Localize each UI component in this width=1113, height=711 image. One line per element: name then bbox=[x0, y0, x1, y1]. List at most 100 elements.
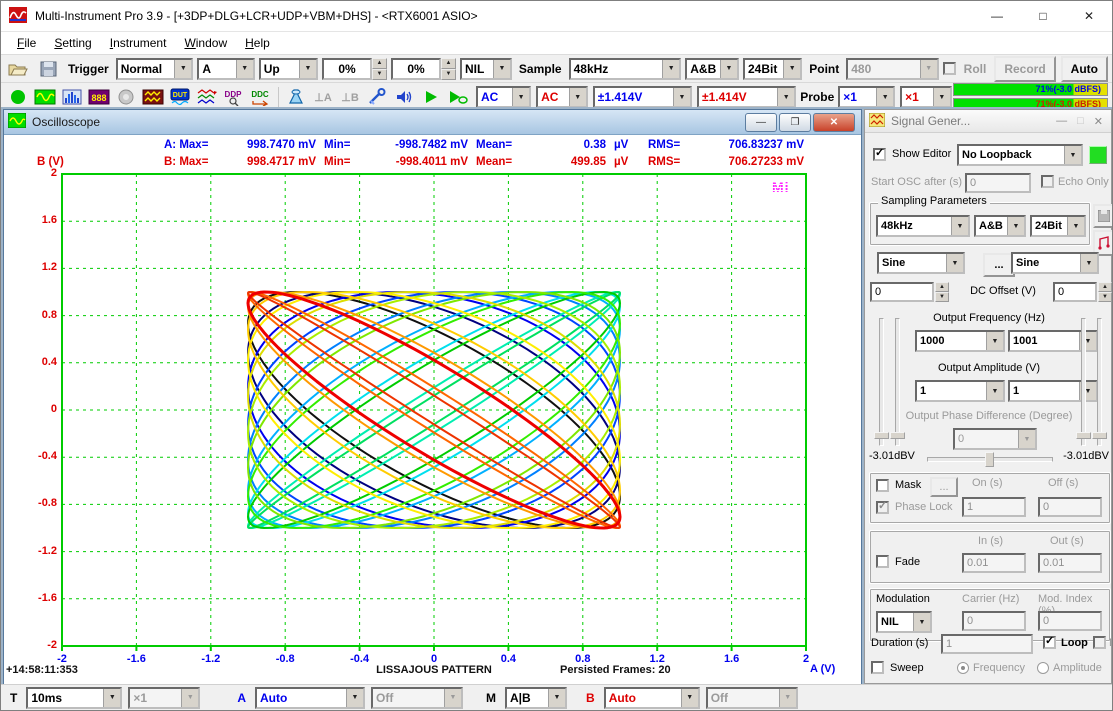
auto-button[interactable]: Auto bbox=[1061, 56, 1108, 82]
sg-maximize-button[interactable]: □ bbox=[1077, 115, 1084, 128]
waveform-b-select[interactable]: Sine bbox=[1011, 252, 1099, 274]
sg-sampling-rate-select[interactable]: 48kHz bbox=[876, 215, 970, 237]
show-editor-checkbox[interactable] bbox=[873, 148, 886, 161]
dc-offset-b-input[interactable]: 0 bbox=[1053, 282, 1097, 302]
dc-offset-a-spinner[interactable]: ▲▼ bbox=[935, 282, 949, 302]
osc-restore-button[interactable]: ❐ bbox=[779, 113, 811, 132]
sg-close-button[interactable]: ✕ bbox=[1094, 115, 1103, 128]
y-tick-label: 1.6 bbox=[15, 214, 57, 226]
dc-offset-b-spinner[interactable]: ▲▼ bbox=[1098, 282, 1112, 302]
close-button[interactable]: ✕ bbox=[1066, 1, 1112, 31]
channel-b-mode-select[interactable]: Auto bbox=[604, 687, 700, 709]
dc-offset-a-input[interactable]: 0 bbox=[870, 282, 934, 302]
amplitude-slider-b1[interactable] bbox=[1081, 318, 1086, 446]
ddp-viewer-icon[interactable]: DDP bbox=[221, 85, 247, 109]
sweep-checkbox[interactable] bbox=[871, 661, 884, 674]
ddc-icon[interactable]: DDC bbox=[248, 85, 274, 109]
probe-a-select[interactable]: ×1 bbox=[838, 86, 895, 108]
oscilloscope-icon bbox=[8, 113, 26, 131]
menu-window[interactable]: Window bbox=[176, 34, 235, 52]
loop-checkbox[interactable] bbox=[1043, 636, 1056, 649]
mask-checkbox[interactable] bbox=[876, 479, 889, 492]
trigger-frequency-select[interactable]: NIL bbox=[460, 58, 512, 80]
coupling-b-select[interactable]: AC bbox=[536, 86, 588, 108]
generator-status-indicator[interactable] bbox=[1089, 146, 1107, 164]
menu-file[interactable]: File bbox=[9, 34, 44, 52]
trigger-source-select[interactable]: A bbox=[197, 58, 254, 80]
slider-handle[interactable] bbox=[1076, 432, 1091, 439]
loopback-select[interactable]: No Loopback bbox=[957, 144, 1083, 166]
slider-handle[interactable] bbox=[1092, 432, 1107, 439]
play-icon[interactable] bbox=[418, 85, 444, 109]
modulation-label: Modulation bbox=[876, 593, 930, 605]
trigger-level-spinner[interactable]: 0%▲▼ bbox=[322, 58, 387, 80]
x-tick-label: -1.2 bbox=[191, 653, 231, 665]
menu-instrument[interactable]: Instrument bbox=[102, 34, 175, 52]
chevron-down-icon bbox=[1067, 217, 1084, 235]
probe-tools-icon[interactable] bbox=[364, 85, 390, 109]
amplitude-slider-b2[interactable] bbox=[1097, 318, 1102, 446]
probe-b-select[interactable]: ×1 bbox=[900, 86, 952, 108]
range-a-select[interactable]: ±1.414V bbox=[593, 86, 692, 108]
calibration-flask-icon[interactable] bbox=[283, 85, 309, 109]
trigger-edge-select[interactable]: Up bbox=[259, 58, 318, 80]
signal-generator-titlebar[interactable]: Signal Gener... — □ ✕ bbox=[865, 110, 1111, 133]
multimeter-icon[interactable]: 888 bbox=[86, 85, 112, 109]
timebase-select[interactable]: 10ms bbox=[26, 687, 122, 709]
frequency-a-select[interactable]: 1000 bbox=[915, 330, 1005, 352]
bit-depth-select[interactable]: 24Bit bbox=[743, 58, 802, 80]
chevron-down-icon bbox=[986, 382, 1003, 400]
speaker-icon[interactable] bbox=[391, 85, 417, 109]
y-tick-label: -0.8 bbox=[15, 497, 57, 509]
spectrum-analyzer-icon[interactable] bbox=[59, 85, 85, 109]
sg-channels-select[interactable]: A&B bbox=[974, 215, 1026, 237]
device-test-plan-icon[interactable]: DUT bbox=[167, 85, 193, 109]
waveform-a-select[interactable]: Sine bbox=[877, 252, 965, 274]
balance-slider-handle[interactable] bbox=[985, 452, 994, 467]
chevron-down-icon bbox=[783, 60, 800, 78]
start-osc-input: 0 bbox=[965, 173, 1031, 193]
minimize-button[interactable]: — bbox=[974, 1, 1020, 31]
trigger-delay-spinner[interactable]: 0%▲▼ bbox=[391, 58, 456, 80]
save-icon[interactable] bbox=[35, 57, 61, 81]
play-loop-icon[interactable] bbox=[445, 85, 471, 109]
chevron-down-icon bbox=[236, 60, 253, 78]
fade-checkbox[interactable] bbox=[876, 555, 889, 568]
timebase-multiplier-select: ×1 bbox=[128, 687, 200, 709]
derived-data-curve-icon[interactable] bbox=[194, 85, 220, 109]
amplitude-slider-a2[interactable] bbox=[895, 318, 900, 446]
x-tick-label: 2 bbox=[786, 653, 826, 665]
slider-handle[interactable] bbox=[874, 432, 889, 439]
channel-statistics: A: Max=998.7470 mV Min=-998.7482 mV Mean… bbox=[4, 137, 861, 171]
duration-label: Duration (s) bbox=[871, 637, 928, 649]
trigger-label: Trigger bbox=[65, 62, 112, 76]
chevron-down-icon bbox=[346, 689, 363, 707]
svg-text:888: 888 bbox=[91, 93, 106, 103]
modulation-select[interactable]: NIL bbox=[876, 611, 932, 633]
osc-minimize-button[interactable]: — bbox=[745, 113, 777, 132]
chevron-down-icon bbox=[662, 60, 679, 78]
maximize-button[interactable]: □ bbox=[1020, 1, 1066, 31]
trigger-mode-select[interactable]: Normal bbox=[116, 58, 194, 80]
amplitude-slider-a1[interactable] bbox=[879, 318, 884, 446]
range-b-select[interactable]: ±1.414V bbox=[697, 86, 796, 108]
level-meter-a: 71%(-3.0 dBFS) bbox=[953, 83, 1108, 96]
amplitude-a-select[interactable]: 1 bbox=[915, 380, 1005, 402]
record-dot-icon[interactable] bbox=[5, 85, 31, 109]
signal-generator-icon[interactable] bbox=[140, 85, 166, 109]
sampling-rate-select[interactable]: 48kHz bbox=[569, 58, 682, 80]
spin-down-icon: ▼ bbox=[935, 292, 949, 302]
channel-a-mode-select[interactable]: Auto bbox=[255, 687, 365, 709]
sg-bit-depth-select[interactable]: 24Bit bbox=[1030, 215, 1086, 237]
coupling-a-select[interactable]: AC bbox=[476, 86, 531, 108]
slider-handle[interactable] bbox=[890, 432, 905, 439]
sg-minimize-button[interactable]: — bbox=[1056, 115, 1067, 128]
open-file-icon[interactable] bbox=[5, 57, 31, 81]
oscilloscope-icon[interactable] bbox=[32, 85, 58, 109]
menu-help[interactable]: Help bbox=[237, 34, 278, 52]
oscilloscope-titlebar[interactable]: Oscilloscope — ❐ ✕ bbox=[4, 110, 861, 135]
math-mode-select[interactable]: A|B bbox=[505, 687, 567, 709]
osc-close-button[interactable]: ✕ bbox=[813, 113, 855, 132]
channels-select[interactable]: A&B bbox=[685, 58, 739, 80]
menu-setting[interactable]: Setting bbox=[46, 34, 99, 52]
